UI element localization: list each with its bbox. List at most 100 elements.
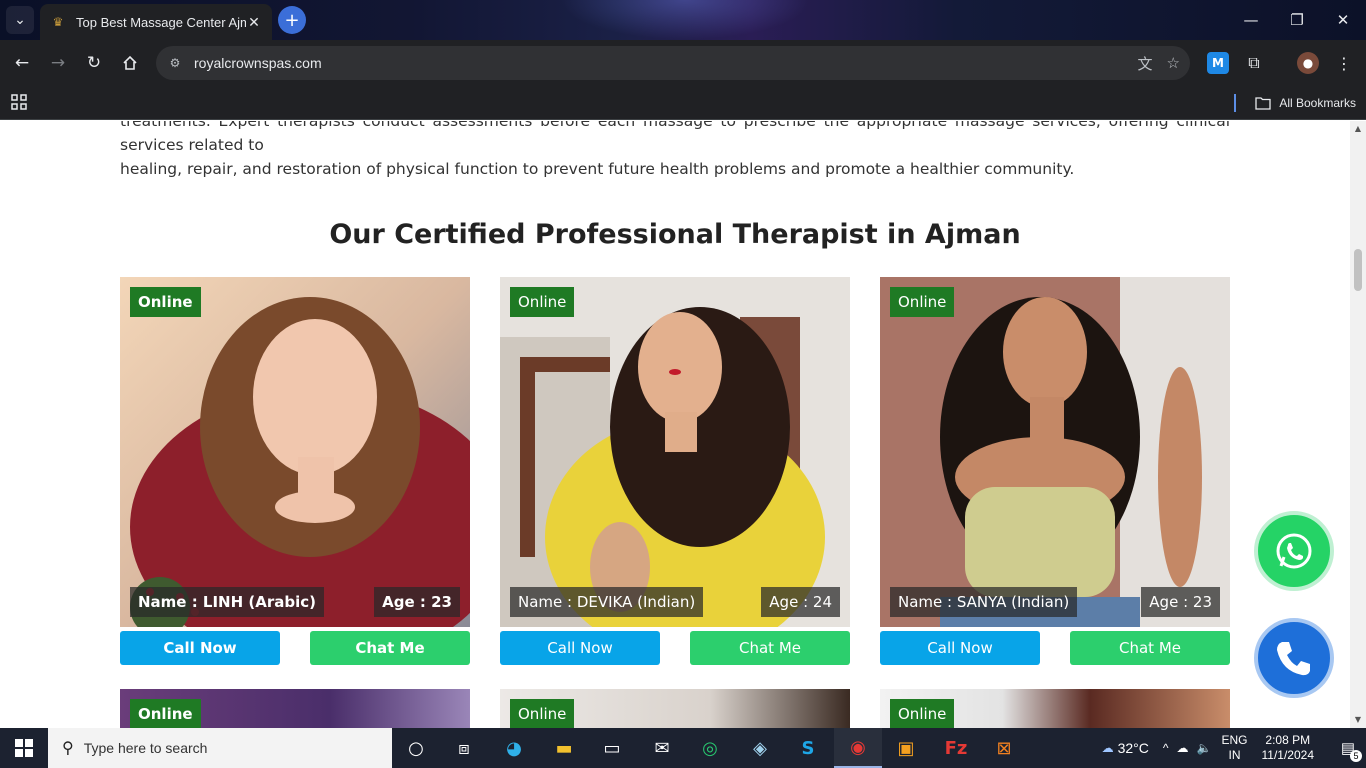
clock[interactable]: 2:08 PM 11/1/2024 [1262,733,1315,763]
whatsapp-icon [1276,533,1312,569]
chevron-up-icon[interactable]: ^ [1163,741,1169,755]
home-button[interactable] [115,48,145,78]
section-title: Our Certified Professional Therapist in … [329,219,1021,250]
intro-line-1: treatments. Expert therapists conduct as… [120,121,1230,154]
call-now-button[interactable]: Call Now [880,631,1040,665]
whatsapp-button[interactable] [1254,511,1334,591]
skype-icon[interactable]: S [784,728,832,768]
extensions-puzzle-icon[interactable]: ⧉ [1243,52,1265,74]
file-explorer-icon[interactable]: ▬ [540,728,588,768]
arrow-left-icon: ← [14,53,30,73]
language-indicator[interactable]: ENG IN [1221,733,1247,763]
language-code: ENG [1221,733,1248,747]
chevron-down-icon: ⌄ [14,12,26,28]
therapist-card-partial[interactable]: Online [880,689,1230,728]
chat-me-button[interactable]: Chat Me [1070,631,1230,665]
online-badge: Online [510,699,575,728]
bookmarks-divider [1234,94,1236,112]
translate-icon[interactable]: 文 [1138,53,1153,74]
profile-avatar[interactable]: ● [1297,52,1319,74]
call-now-button[interactable]: Call Now [500,631,660,665]
whatsapp-app-icon[interactable]: ◎ [686,728,734,768]
app-orange-icon[interactable]: ▣ [882,728,930,768]
therapist-card-partial[interactable]: Online [500,689,850,728]
browser-title-bar: ⌄ ♛ Top Best Massage Center Ajman ✕ + — … [0,0,1366,40]
minimize-button[interactable]: — [1228,0,1274,40]
menu-kebab-icon[interactable]: ⋮ [1333,52,1355,74]
wallpaper-glow [560,0,810,40]
forward-button[interactable]: → [43,48,73,78]
windows-logo-icon [15,739,33,757]
therapist-name: Name : LINH (Arabic) [130,587,325,617]
apps-grid-icon[interactable] [10,93,30,113]
online-badge: Online [890,287,955,317]
scroll-down-icon[interactable]: ▼ [1353,715,1363,725]
therapist-photo[interactable]: Online Name : LINH (Arabic) Age : 23 [120,277,470,627]
tab-title: Top Best Massage Center Ajman [76,14,246,30]
online-badge: Online [510,287,575,317]
clock-time: 2:08 PM [1265,733,1311,747]
windows-taskbar: ⚲ Type here to search ○ ⧈ ◕ ▬ ▭ ✉ ◎ ◈ S … [0,728,1366,768]
site-favicon-icon: ♛ [52,15,64,29]
page-scrollbar[interactable]: ▲ ▼ [1350,121,1366,728]
system-tray: ☁ 32°C ^ ☁ 🔈 ENG IN 2:08 PM 11/1/2024 ▤ … [1102,728,1366,768]
task-view-icon[interactable]: ⧈ [440,728,488,768]
region-code: IN [1228,748,1241,762]
mail-icon[interactable]: ✉ [638,728,686,768]
address-bar[interactable]: ⚙ royalcrownspas.com 文 ☆ [156,46,1190,80]
back-button[interactable]: ← [7,48,37,78]
taskbar-search[interactable]: ⚲ Type here to search [48,728,392,768]
therapist-name: Name : DEVIKA (Indian) [510,587,704,617]
all-bookmarks-button[interactable]: All Bookmarks [1255,93,1356,113]
notes-app-icon[interactable]: ◈ [736,728,784,768]
bookmarks-bar: All Bookmarks [0,86,1366,120]
therapist-age: Age : 24 [761,587,840,617]
plus-icon: + [284,9,300,31]
online-badge: Online [130,287,201,317]
network-icon[interactable]: ☁ [1177,741,1189,755]
chrome-icon[interactable]: ◉ [834,728,882,768]
weather-icon[interactable]: ☁ [1102,741,1114,755]
arrow-right-icon: → [50,53,66,73]
chat-me-button[interactable]: Chat Me [310,631,470,665]
tab-close-icon[interactable]: ✕ [246,14,262,31]
reload-icon: ↻ [86,53,102,73]
search-icon: ⚲ [62,740,74,757]
volume-icon[interactable]: 🔈 [1197,741,1212,755]
edge-icon[interactable]: ◕ [490,728,538,768]
new-tab-button[interactable]: + [278,6,306,34]
therapist-photo[interactable]: Online Name : DEVIKA (Indian) Age : 24 [500,277,850,627]
chat-me-button[interactable]: Chat Me [690,631,850,665]
notifications-button[interactable]: ▤ 5 [1330,728,1366,768]
weather-temp[interactable]: 32°C [1118,740,1149,756]
scroll-up-icon[interactable]: ▲ [1353,124,1363,134]
call-now-button[interactable]: Call Now [120,631,280,665]
m-extension-icon[interactable]: M [1207,52,1229,74]
notification-count: 5 [1350,750,1362,762]
terminal-icon[interactable]: ▭ [588,728,636,768]
xampp-icon[interactable]: ⊠ [980,728,1028,768]
scroll-thumb[interactable] [1354,249,1362,291]
restore-button[interactable]: ❐ [1274,0,1320,40]
therapist-card: Online Name : SANYA (Indian) Age : 23 Ca… [880,277,1230,665]
home-icon [123,55,137,70]
therapist-age: Age : 23 [1141,587,1220,617]
close-window-button[interactable]: ✕ [1320,0,1366,40]
filezilla-icon[interactable]: Fz [932,728,980,768]
bookmark-star-icon[interactable]: ☆ [1167,54,1180,72]
site-info-icon[interactable]: ⚙ [166,56,184,70]
start-button[interactable] [0,728,48,768]
cortana-icon[interactable]: ○ [392,728,440,768]
therapist-card-partial[interactable]: Online [120,689,470,728]
browser-toolbar: ← → ↻ ⚙ royalcrownspas.com 文 ☆ M ⧉ ● ⋮ [0,40,1366,111]
tab-search-button[interactable]: ⌄ [6,6,34,34]
reload-button[interactable]: ↻ [79,48,109,78]
therapist-photo[interactable]: Online Name : SANYA (Indian) Age : 23 [880,277,1230,627]
therapist-age: Age : 23 [374,587,460,617]
phone-call-button[interactable] [1254,618,1334,698]
therapist-card: Online Name : LINH (Arabic) Age : 23 Cal… [120,277,470,665]
online-badge: Online [890,699,955,728]
active-tab[interactable]: ♛ Top Best Massage Center Ajman ✕ [40,4,272,40]
online-badge: Online [130,699,201,728]
folder-icon [1255,97,1271,110]
